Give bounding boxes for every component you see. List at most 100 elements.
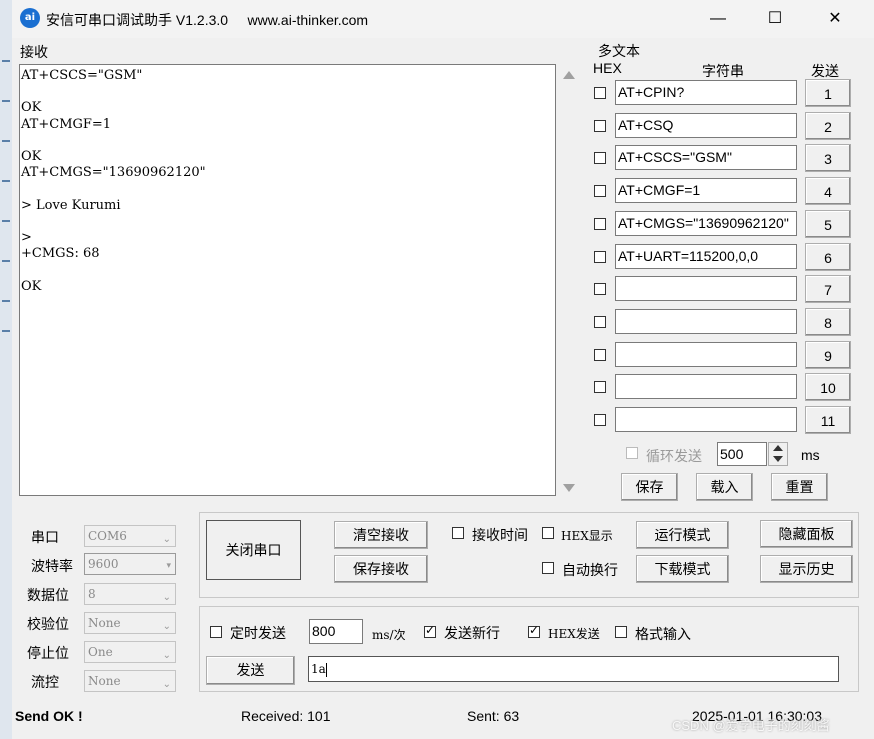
chevron-down-icon: ⌄ [162,592,171,603]
multi-send-button[interactable]: 2 [805,111,851,140]
multi-send-button[interactable]: 11 [805,406,851,434]
hex-row-checkbox[interactable] [594,283,606,296]
multi-text-input[interactable] [615,308,797,334]
hide-panel-button[interactable]: 隐藏面板 [760,520,853,548]
scroll-down-icon[interactable] [563,484,575,492]
multi-send-button[interactable]: 9 [805,340,851,369]
hex-row-checkbox[interactable] [594,119,606,132]
send-button[interactable]: 发送 [206,656,295,685]
loop-interval-spinner[interactable] [768,442,788,466]
multi-text-input[interactable]: AT+UART=115200,0,0 [615,243,797,269]
sent-count: Sent: 63 [467,708,520,724]
timed-interval-input[interactable]: 800 [309,619,363,644]
multi-send-button[interactable]: 5 [805,209,851,238]
hex-row-checkbox[interactable] [594,87,606,99]
multi-send-button[interactable]: 6 [805,242,851,271]
spin-down-icon[interactable] [773,456,783,462]
multi-send-button[interactable]: 8 [805,307,851,336]
hex-row-checkbox[interactable] [594,152,606,165]
multi-text-input[interactable] [615,276,797,302]
minimize-button[interactable]: — [703,8,733,30]
hex-row-checkbox[interactable] [594,381,606,394]
maximize-button[interactable]: ☐ [760,8,790,30]
run-mode-button[interactable]: 运行模式 [636,521,729,549]
multi-text-input[interactable] [615,341,797,367]
receive-label: 接收 [20,44,48,60]
hex-row-checkbox[interactable] [594,185,606,198]
parity-select[interactable]: None ⌄ [84,612,176,634]
baud-select[interactable]: 9600 ▾ [84,553,176,575]
format-input-checkbox[interactable] [615,626,627,638]
chevron-down-icon: ⌄ [162,534,171,545]
send-status: Send OK ! [15,708,83,724]
auto-wrap-checkbox[interactable] [542,562,554,574]
multi-text-input[interactable]: AT+CMGF=1 [615,178,797,204]
multi-text-input[interactable] [615,374,797,400]
flow-control-value: None [88,674,121,688]
timed-send-checkbox[interactable] [210,626,222,638]
port-value: COM6 [88,529,127,543]
window-title: 安信可串口调试助手 V1.2.3.0 www.ai-thinker.com [46,12,369,28]
save-multi-button[interactable]: 保存 [621,473,678,501]
save-receive-button[interactable]: 保存接收 [334,555,428,583]
text-cursor [325,662,327,677]
format-input-label: 格式输入 [635,626,691,642]
close-window-button[interactable]: ✕ [820,8,850,30]
reset-multi-button[interactable]: 重置 [771,473,828,501]
loop-interval-input[interactable]: 500 [717,442,767,466]
receive-time-checkbox[interactable] [452,527,464,539]
send-newline-label: 发送新行 [444,625,500,641]
hex-row-checkbox[interactable] [594,217,606,230]
multi-send-button[interactable]: 3 [805,144,851,173]
multi-text-input[interactable]: AT+CMGS="13690962120" [615,210,797,236]
scroll-up-icon[interactable] [563,71,575,79]
multi-send-button[interactable]: 1 [805,79,851,107]
send-column-header: 发送 [811,63,839,79]
flow-control-label: 流控 [31,674,59,690]
auto-wrap-label: 自动换行 [562,562,618,578]
flow-control-select[interactable]: None ⌄ [84,670,176,692]
clear-receive-button[interactable]: 清空接收 [334,521,428,549]
dropdown-arrow-icon: ▾ [166,561,171,571]
hex-row-checkbox[interactable] [594,348,606,361]
baud-value: 9600 [88,557,119,571]
hex-display-label: HEX显示 [561,529,613,543]
interval-unit-label: ms/次 [372,628,406,642]
hex-row-checkbox[interactable] [594,250,606,263]
parity-label: 校验位 [27,616,69,632]
send-newline-checkbox[interactable] [424,623,436,638]
stop-bits-label: 停止位 [27,645,69,661]
chevron-down-icon: ⌄ [162,650,171,661]
timed-send-label: 定时发送 [230,625,286,641]
received-count: Received: 101 [241,708,331,724]
multi-send-button[interactable]: 7 [805,275,851,304]
show-history-button[interactable]: 显示历史 [760,555,853,583]
receive-scrollbar[interactable] [558,64,580,496]
download-mode-button[interactable]: 下载模式 [636,555,729,583]
hex-row-checkbox[interactable] [594,315,606,328]
multi-text-input[interactable]: AT+CSCS="GSM" [615,145,797,171]
multi-send-button[interactable]: 4 [805,177,851,206]
data-bits-value: 8 [88,587,96,601]
loop-send-checkbox[interactable] [626,447,638,459]
multi-text-input[interactable]: AT+CSQ [615,112,797,138]
receive-textarea[interactable]: AT+CSCS="GSM" OK AT+CMGF=1 OK AT+CMGS="1… [19,64,556,496]
background-window-edge [0,0,12,739]
hex-column-header: HEX [593,60,622,76]
hex-send-checkbox[interactable] [528,623,540,638]
stop-bits-select[interactable]: One ⌄ [84,641,176,663]
hex-display-checkbox[interactable] [542,527,554,539]
spin-up-icon[interactable] [773,445,783,451]
send-input-value: 1a [311,662,326,676]
string-column-header: 字符串 [702,63,744,79]
baud-label: 波特率 [31,558,73,574]
close-port-button[interactable]: 关闭串口 [206,520,301,580]
load-multi-button[interactable]: 载入 [696,473,753,501]
multi-send-button[interactable]: 10 [805,373,851,402]
port-select[interactable]: COM6 ⌄ [84,525,176,547]
multi-text-input[interactable]: AT+CPIN? [615,80,797,105]
send-input[interactable]: 1a [308,656,839,682]
multi-text-input[interactable] [615,407,797,432]
data-bits-select[interactable]: 8 ⌄ [84,583,176,605]
hex-row-checkbox[interactable] [594,414,606,426]
